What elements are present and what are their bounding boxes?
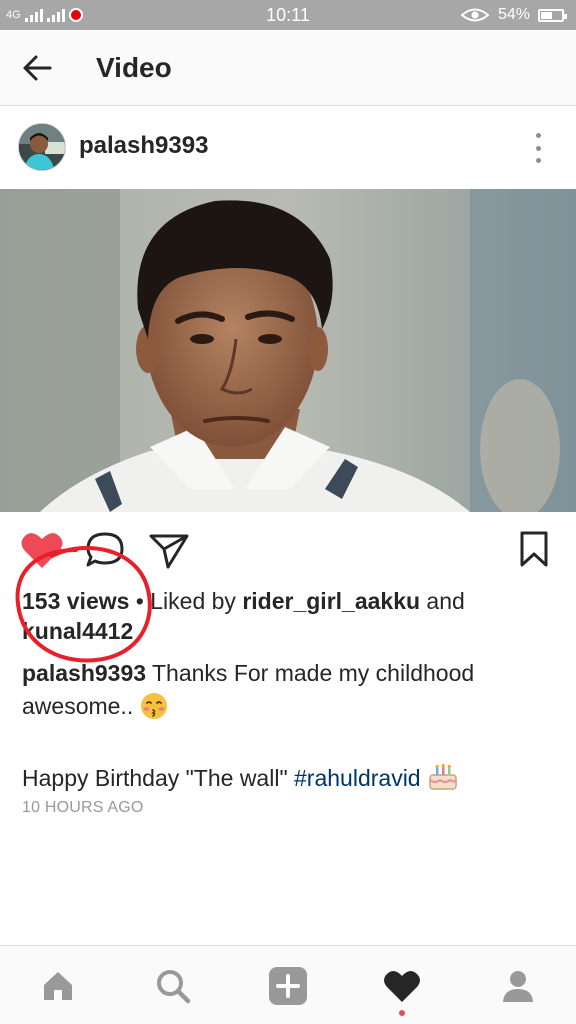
- avatar[interactable]: [18, 123, 66, 171]
- liked-by-prefix: Liked by: [150, 588, 243, 614]
- home-icon[interactable]: [36, 964, 80, 1008]
- separator: •: [129, 588, 151, 614]
- app-header: Video: [0, 30, 576, 106]
- eye-icon: [460, 8, 490, 22]
- status-bar: 4G 10:11 54%: [0, 0, 576, 30]
- send-icon[interactable]: [148, 532, 190, 575]
- status-right: 54%: [460, 4, 567, 26]
- comment-icon[interactable]: [84, 530, 126, 575]
- liked-and: and: [420, 588, 465, 614]
- caption-line-2: Happy Birthday "The wall" #rahuldravid: [22, 762, 562, 801]
- search-icon[interactable]: [151, 964, 195, 1008]
- post-username[interactable]: palash9393: [79, 131, 208, 161]
- profile-icon[interactable]: [496, 964, 540, 1008]
- bookmark-icon[interactable]: [518, 530, 550, 573]
- hashtag-link[interactable]: #rahuldravid: [294, 765, 421, 791]
- video-frame: [0, 189, 576, 512]
- activity-heart-icon[interactable]: [380, 964, 424, 1008]
- post-actions: [0, 512, 576, 586]
- likes-line: 153 views • Liked by rider_girl_aakku an…: [22, 586, 562, 646]
- liked-by-user[interactable]: rider_girl_aakku: [242, 588, 420, 614]
- caption-line-2-text: Happy Birthday "The wall": [22, 765, 295, 791]
- post-timestamp: 10 HOURS AGO: [22, 799, 144, 816]
- caption: palash9393 Thanks For made my childhood …: [22, 657, 562, 801]
- video-player[interactable]: [0, 189, 576, 512]
- liked-by-second-user[interactable]: kunal4412: [22, 618, 133, 644]
- battery-icon: [538, 8, 567, 22]
- bottom-nav: [0, 945, 576, 1024]
- add-icon[interactable]: [266, 964, 310, 1008]
- battery-percent: 54%: [497, 6, 530, 23]
- birthday-cake-icon: [427, 762, 459, 801]
- back-arrow-icon[interactable]: [20, 50, 58, 86]
- caption-username[interactable]: palash9393: [22, 660, 146, 686]
- kissing-face-icon: [140, 692, 168, 729]
- post-header: palash9393: [0, 107, 576, 189]
- activity-indicator-dot: [399, 1010, 405, 1016]
- page-title: Video: [96, 52, 172, 83]
- views-count[interactable]: 153 views: [22, 588, 129, 614]
- heart-filled-icon[interactable]: [20, 530, 64, 575]
- more-vertical-icon[interactable]: [526, 133, 550, 163]
